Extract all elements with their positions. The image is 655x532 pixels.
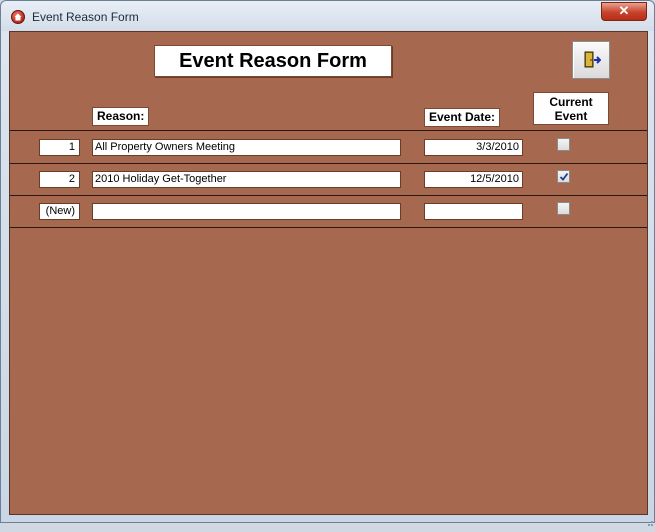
reason-field[interactable]: All Property Owners Meeting (92, 139, 401, 156)
form-body: Event Reason Form Reason: Event Date: Cu… (9, 31, 648, 515)
record-id-field[interactable]: 1 (39, 139, 80, 156)
close-button[interactable]: ✕ (601, 2, 647, 21)
table-row: 2 2010 Holiday Get-Together 12/5/2010 (10, 164, 647, 195)
reason-header: Reason: (92, 107, 150, 126)
current-event-header-line2: Event (554, 109, 588, 123)
reason-field[interactable] (92, 203, 401, 220)
record-id-field[interactable]: 2 (39, 171, 80, 188)
window-title: Event Reason Form (32, 10, 139, 24)
current-event-checkbox[interactable] (557, 170, 570, 183)
access-home-icon[interactable] (11, 10, 25, 24)
current-event-checkbox[interactable] (557, 202, 570, 215)
form-title: Event Reason Form (154, 45, 392, 77)
record-id-field[interactable]: (New) (39, 203, 80, 220)
event-date-header: Event Date: (424, 108, 501, 127)
current-event-header-line1: Current (549, 95, 593, 109)
current-event-checkbox[interactable] (557, 138, 570, 151)
table-row: 1 All Property Owners Meeting 3/3/2010 (10, 132, 647, 163)
row-separator (10, 227, 647, 228)
event-date-field[interactable]: 3/3/2010 (424, 139, 523, 156)
title-bar[interactable]: Event Reason Form ✕ (1, 1, 654, 31)
row-separator (10, 130, 647, 131)
exit-door-icon (584, 51, 601, 68)
resize-grip[interactable] (642, 514, 654, 526)
access-form-window: Event Reason Form ✕ Event Reason Form Re… (0, 0, 655, 526)
event-date-field[interactable] (424, 203, 523, 220)
table-row-new: (New) (10, 196, 647, 227)
event-date-field[interactable]: 12/5/2010 (424, 171, 523, 188)
checkmark-icon (559, 172, 569, 181)
exit-form-button[interactable] (572, 41, 610, 79)
current-event-header: Current Event (533, 92, 609, 125)
reason-field[interactable]: 2010 Holiday Get-Together (92, 171, 401, 188)
